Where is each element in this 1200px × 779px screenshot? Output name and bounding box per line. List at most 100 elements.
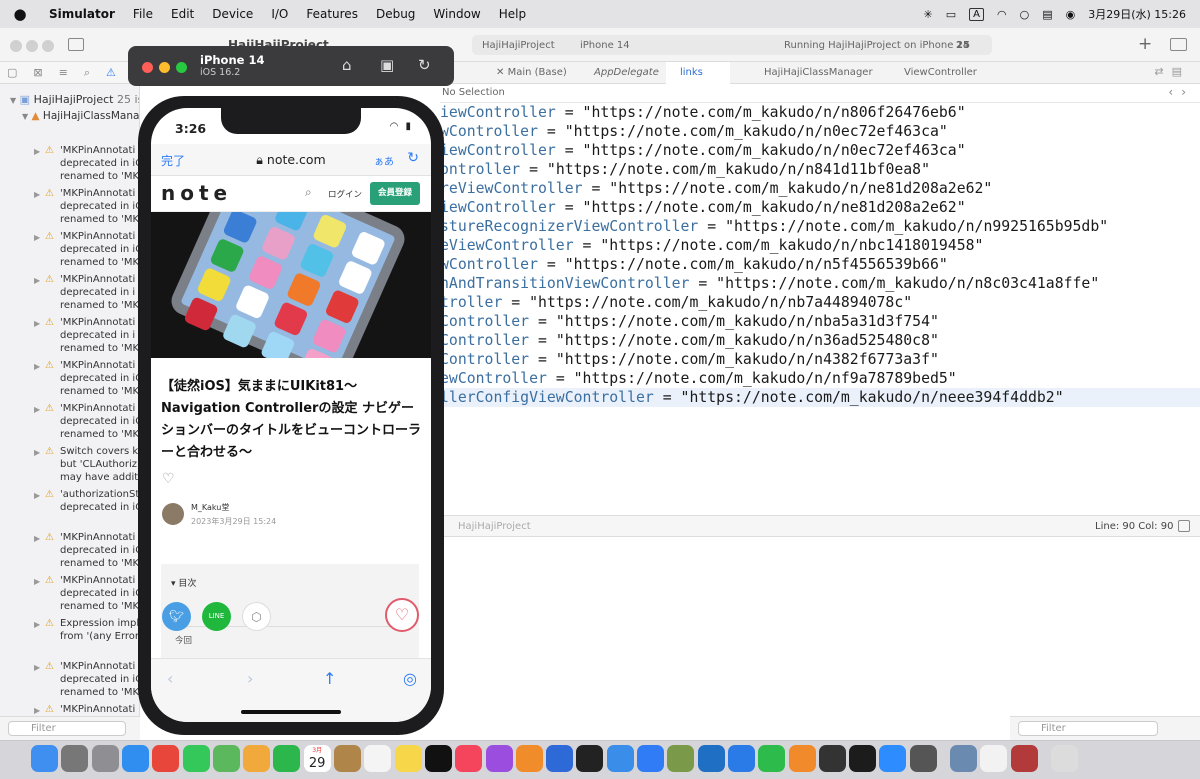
author-name[interactable]: M_Kaku堂 [191,502,229,513]
simulator-close-button[interactable] [142,62,153,73]
code-line[interactable]: nAndTransitionViewController = "https://… [440,274,1099,293]
menubar-clock[interactable]: 3月29日(水) 15:26 [1088,6,1186,22]
like-heart-icon[interactable]: ♡ [162,471,175,487]
code-line[interactable]: wController = "https://note.com/m_kakudo… [440,122,948,141]
rotate-icon[interactable]: ↻ [418,56,431,74]
apple-tv-icon[interactable] [424,745,452,772]
code-line[interactable]: troller = "https://note.com/m_kakudo/n/n… [440,293,912,312]
github-icon[interactable] [818,745,846,772]
simulator-minimize-button[interactable] [159,62,170,73]
back-icon[interactable]: ‹ [167,669,173,688]
forward-icon[interactable]: › [247,669,253,688]
input-source-indicator[interactable]: A [969,7,984,21]
music-icon[interactable] [455,745,483,772]
disclosure-right-icon[interactable]: ▶ [34,274,40,287]
zoom-icon[interactable] [879,745,907,772]
search-icon[interactable]: ⌕ [305,185,312,200]
disclosure-right-icon[interactable]: ▶ [34,618,40,631]
compass-icon[interactable]: ◎ [403,669,417,688]
code-line[interactable]: Controller = "https://note.com/m_kakudo/… [440,312,939,331]
source-control-icon[interactable]: ⊠ [33,66,42,79]
reminders-icon[interactable] [364,745,392,772]
calculator-icon[interactable] [909,745,937,772]
notes-icon[interactable] [394,745,422,772]
apple-menu-icon[interactable]: ● [0,5,40,23]
tab-viewcontroller[interactable]: ViewController [890,62,977,84]
disclosure-right-icon[interactable]: ▶ [34,360,40,373]
jump-bar-no-selection[interactable]: No Selection [442,87,505,98]
battery-icon[interactable]: ▭ [946,8,956,21]
code-line[interactable]: Controller = "https://note.com/m_kakudo/… [440,331,939,350]
books-icon[interactable] [515,745,543,772]
code-line[interactable]: eViewController = "https://note.com/m_ka… [440,236,983,255]
folder-icon[interactable]: ▢ [7,66,17,79]
code-line[interactable]: ontroller = "https://note.com/m_kakudo/n… [440,160,930,179]
twitter-share-icon[interactable]: 🐦︎ [162,602,191,631]
issue-filter-input[interactable]: Filter [8,721,126,736]
maps-icon[interactable] [212,745,240,772]
photos-icon[interactable] [243,745,271,772]
issue-root[interactable]: ▼ ▣ HajiHajiProject 25 issues [10,93,139,106]
find-icon[interactable]: ⌕ [84,66,90,80]
disclosure-right-icon[interactable]: ▶ [34,532,40,545]
control-center-icon[interactable]: ▤ [1042,8,1052,21]
textedit-icon[interactable] [980,745,1008,772]
code-line[interactable]: iewController = "https://note.com/m_kaku… [440,103,966,122]
menu-edit[interactable]: Edit [162,7,203,21]
close-icon[interactable]: ✕ [496,67,508,78]
jump-arrows-icon[interactable]: ‹› [1168,85,1194,99]
keynote-icon[interactable] [727,745,755,772]
issue-navigator-icon[interactable]: ⚠ [106,66,116,79]
podcasts-icon[interactable] [485,745,513,772]
disclosure-down-icon[interactable]: ▼ [22,112,28,121]
disclosure-right-icon[interactable]: ▶ [34,231,40,244]
bluetooth-icon[interactable]: ✳ [924,8,933,21]
tab-appdelegate[interactable]: AppDelegate [580,62,659,84]
sketch-tool-icon[interactable] [667,745,695,772]
system-settings-icon[interactable] [91,745,119,772]
toc-item[interactable]: 今回 [175,634,192,646]
launchpad-icon[interactable] [61,745,89,772]
messages-icon[interactable] [182,745,210,772]
chrome-icon[interactable] [152,745,180,772]
disclosure-right-icon[interactable]: ▶ [34,575,40,588]
share-icon[interactable]: ⬡ [242,602,271,631]
add-icon[interactable]: + [1138,34,1152,54]
spotlight-search-icon[interactable]: ○ [1020,8,1030,21]
code-line[interactable]: iewController = "https://note.com/m_kaku… [440,141,966,160]
share-sheet-icon[interactable]: ↑ [323,669,336,688]
menu-help[interactable]: Help [490,7,535,21]
window-close-button[interactable] [10,40,22,52]
code-line[interactable]: stureRecognizerViewController = "https:/… [440,217,1108,236]
tab-hajihajiclassmanager[interactable]: HajiHajiClassManager [750,62,873,84]
calendar-icon[interactable]: 3月 29 [303,745,331,772]
disclosure-down-icon[interactable]: ▼ [10,96,16,105]
app-store-small-icon[interactable] [606,745,634,772]
source-editor[interactable]: iewController = "https://note.com/m_kaku… [440,103,1200,513]
disclosure-right-icon[interactable]: ▶ [34,145,40,158]
app-store-icon[interactable] [637,745,664,772]
split-view-icon[interactable] [1178,520,1190,532]
simulator-zoom-button[interactable] [176,62,187,73]
reload-icon[interactable]: ↻ [407,150,419,166]
tab-links[interactable]: links [666,62,730,84]
line-share-icon[interactable]: LINE [202,602,231,631]
avatar[interactable] [162,503,184,525]
trash-icon[interactable] [1050,745,1078,772]
debug-path[interactable]: HajiHajiProject [458,521,531,532]
window-minimize-button[interactable] [26,40,38,52]
menu-debug[interactable]: Debug [367,7,424,21]
like-button[interactable]: ♡ [385,598,419,632]
code-line[interactable]: llerConfigViewController = "https://note… [440,388,1200,407]
login-link[interactable]: ログイン [328,188,362,200]
siri-icon[interactable]: ◉ [1066,8,1076,21]
tab-main-base[interactable]: ✕ Main (Base) [482,62,567,84]
disclosure-right-icon[interactable]: ▶ [34,704,40,716]
safari-icon[interactable] [121,745,149,772]
instruments-icon[interactable] [576,745,604,772]
disclosure-right-icon[interactable]: ▶ [34,446,40,459]
numbers-icon[interactable] [758,745,786,772]
notes-app-icon[interactable] [334,745,361,772]
inspector-toggle-icon[interactable] [1170,38,1187,51]
disclosure-right-icon[interactable]: ▶ [34,188,40,201]
